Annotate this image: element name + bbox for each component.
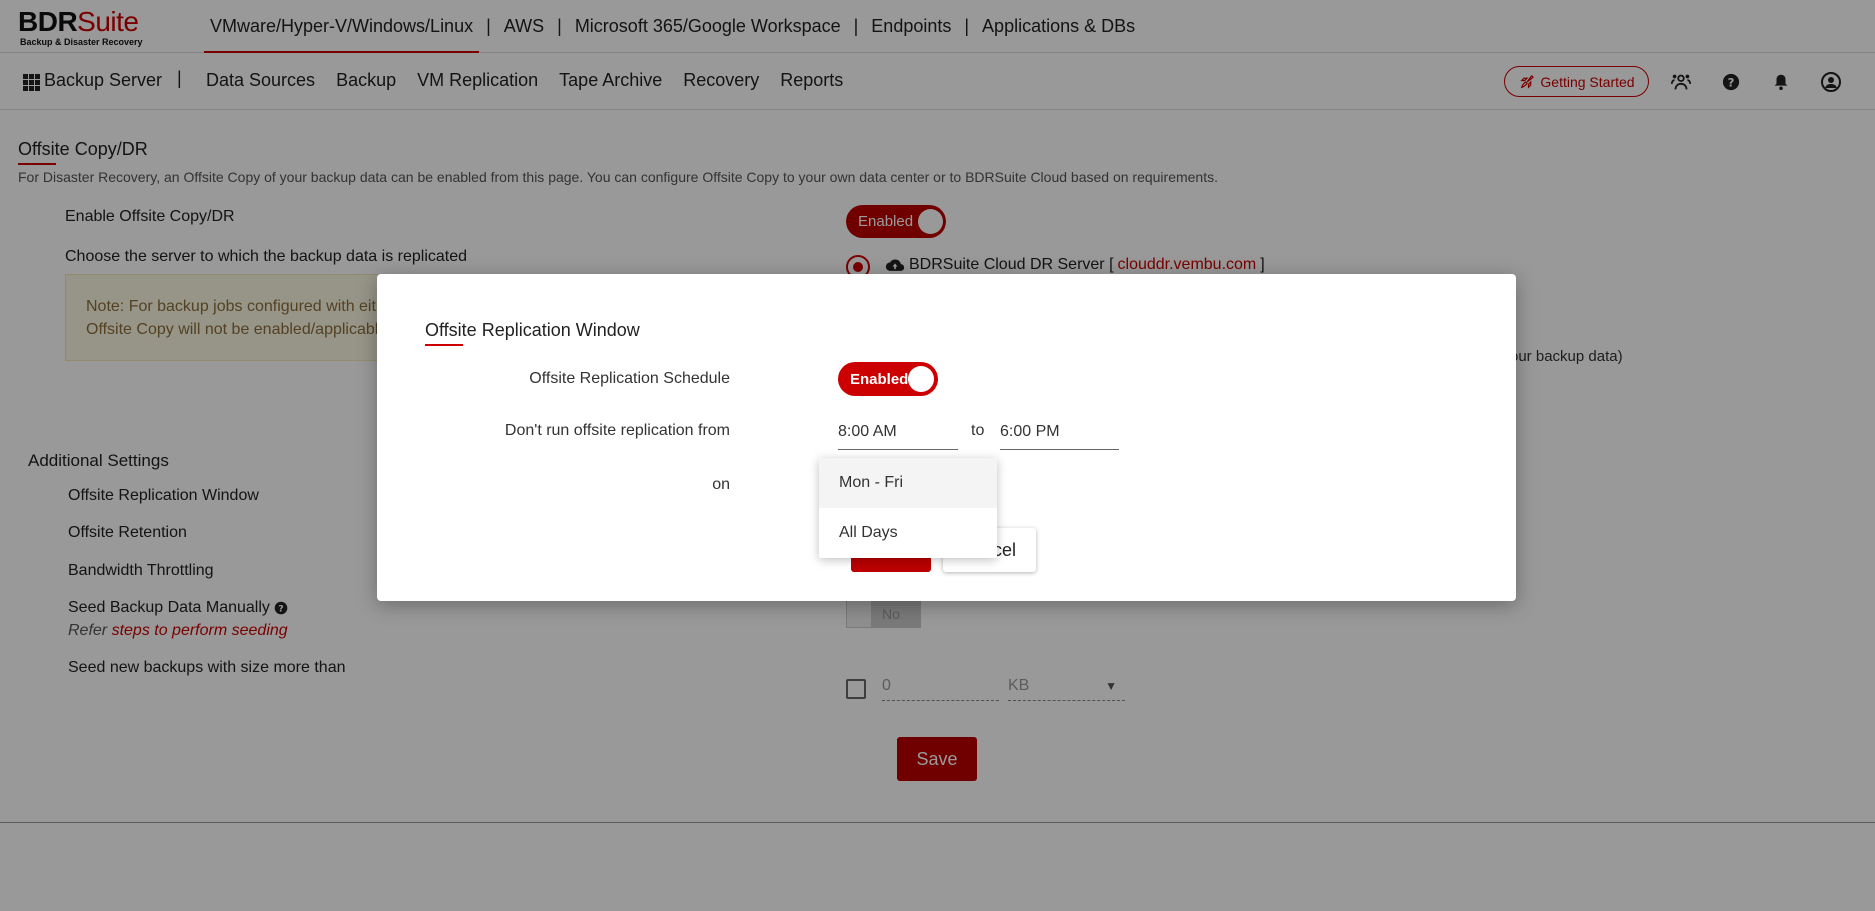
dont-run-label: Don't run offsite replication from — [504, 422, 730, 439]
schedule-label: Offsite Replication Schedule — [529, 370, 730, 387]
from-time-input[interactable]: 8:00 AM — [838, 418, 958, 450]
schedule-toggle[interactable]: Enabled — [838, 362, 938, 396]
modal-title-underline — [425, 344, 463, 346]
days-dropdown: Mon - Fri All Days — [819, 458, 997, 558]
on-label: on — [712, 476, 730, 493]
replication-window-modal: Offsite Replication Window Offsite Repli… — [377, 274, 1516, 601]
modal-title: Offsite Replication Window — [425, 320, 640, 340]
to-time-input[interactable]: 6:00 PM — [1000, 418, 1119, 450]
days-option-all-days[interactable]: All Days — [819, 508, 997, 558]
days-option-mon-fri[interactable]: Mon - Fri — [819, 458, 997, 508]
to-label: to — [971, 422, 985, 439]
